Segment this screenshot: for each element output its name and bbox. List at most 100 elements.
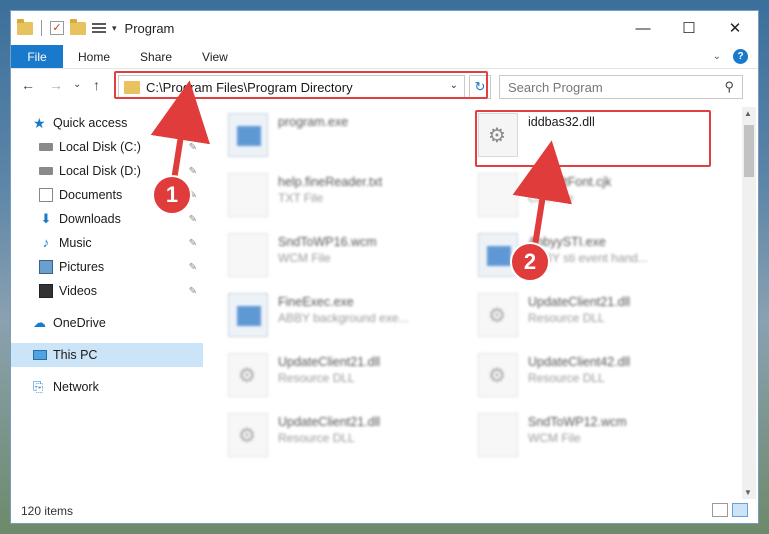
vertical-scrollbar[interactable]: ▲ ▼ [742, 107, 756, 499]
sidebar-item-label: OneDrive [53, 316, 106, 330]
document-file-icon [228, 233, 268, 277]
sidebar-item-label: Music [59, 236, 92, 250]
file-item[interactable]: UpdateClient21.dll Resource DLL [228, 413, 468, 469]
sidebar-item-quick-access[interactable]: ★ Quick access [11, 111, 203, 135]
file-item[interactable]: FineExec.exe ABBY background exe... [228, 293, 468, 349]
large-icons-view-button[interactable] [732, 503, 748, 517]
pin-icon[interactable]: ✎ [189, 214, 197, 225]
properties-check-icon[interactable]: ✓ [50, 21, 64, 35]
file-item[interactable]: SndToWP12.wcm WCM File [478, 413, 718, 469]
file-item[interactable]: UpdateClient42.dll Resource DLL [478, 353, 718, 409]
new-folder-icon[interactable] [70, 18, 86, 35]
cloud-icon: ☁ [33, 315, 46, 330]
title-bar: ✓ ▾ Program — ☐ ✕ [11, 11, 758, 45]
recent-locations-button[interactable]: ⌄ [73, 79, 81, 90]
tab-file[interactable]: File [11, 45, 63, 68]
window-controls: — ☐ ✕ [620, 11, 758, 45]
videos-icon [39, 284, 53, 298]
pin-icon[interactable]: ✎ [189, 286, 197, 297]
sidebar-item-onedrive[interactable]: ☁ OneDrive [11, 311, 203, 335]
properties-icon[interactable] [92, 21, 106, 35]
navigation-pane: ★ Quick access Local Disk (C:) ✎ Local D… [11, 111, 203, 499]
step-marker-2: 2 [510, 242, 550, 282]
file-name: help.fineReader.txt [278, 175, 383, 189]
file-name: DefaultFont.cjk [528, 175, 612, 189]
file-item[interactable]: SndToWP16.wcm WCM File [228, 233, 468, 289]
item-count: 120 items [21, 504, 74, 518]
file-type: WCM File [278, 251, 331, 265]
file-name: UpdateClient21.dll [528, 295, 631, 309]
maximize-button[interactable]: ☐ [666, 11, 712, 45]
file-name: FineExec.exe [278, 295, 354, 309]
chevron-down-icon[interactable]: ⌄ [713, 51, 721, 62]
document-file-icon [228, 173, 268, 217]
up-button[interactable]: ↑ [93, 77, 100, 93]
sidebar-item-label: Local Disk (D:) [59, 164, 141, 178]
search-placeholder: Search Program [508, 79, 603, 95]
window-title: Program [124, 20, 175, 36]
close-button[interactable]: ✕ [712, 11, 758, 45]
customize-toolbar-dropdown-icon[interactable]: ▾ [112, 23, 117, 34]
file-highlight [475, 110, 711, 167]
sidebar-item-label: Videos [59, 284, 97, 298]
scroll-up-arrow-icon[interactable]: ▲ [744, 109, 752, 118]
documents-icon [39, 188, 53, 202]
file-type: Resource DLL [528, 371, 605, 385]
details-view-button[interactable] [712, 503, 728, 517]
file-item[interactable]: UpdateClient21.dll Resource DLL [228, 353, 468, 409]
step-marker-1: 1 [152, 175, 192, 215]
sidebar-item-pictures[interactable]: Pictures ✎ [11, 255, 203, 279]
dll-file-icon [228, 353, 268, 397]
sidebar-item-music[interactable]: ♪ Music ✎ [11, 231, 203, 255]
minimize-button[interactable]: — [620, 11, 666, 45]
tab-share[interactable]: Share [125, 45, 187, 68]
pin-icon[interactable]: ✎ [189, 262, 197, 273]
file-item[interactable]: UpdateClient21.dll Resource DLL [478, 293, 718, 349]
file-type: Resource DLL [278, 431, 355, 445]
tab-home[interactable]: Home [63, 45, 125, 68]
file-type: WCM File [528, 431, 581, 445]
file-name: SndToWP12.wcm [528, 415, 627, 429]
file-item[interactable]: program.exe [228, 113, 468, 169]
search-input[interactable]: Search Program ⚲ [499, 75, 743, 99]
dll-file-icon [478, 353, 518, 397]
ribbon-right-controls: ⌄ ? [713, 45, 758, 68]
sidebar-item-network[interactable]: ⎘ Network [11, 375, 203, 399]
file-item[interactable]: help.fineReader.txt TXT File [228, 173, 468, 229]
file-type: TXT File [278, 191, 324, 205]
sidebar-item-local-disk-c[interactable]: Local Disk (C:) ✎ [11, 135, 203, 159]
search-icon[interactable]: ⚲ [724, 79, 734, 95]
ribbon-tabs: File Home Share View ⌄ ? [11, 45, 758, 69]
help-icon[interactable]: ? [733, 49, 748, 64]
dll-file-icon [228, 413, 268, 457]
pictures-icon [39, 260, 53, 274]
back-button[interactable]: ← [21, 77, 35, 93]
forward-button[interactable]: → [49, 77, 63, 93]
sidebar-item-this-pc[interactable]: This PC [11, 343, 203, 367]
file-name: UpdateClient42.dll [528, 355, 631, 369]
network-icon: ⎘ [33, 379, 44, 394]
quick-access-toolbar: ✓ ▾ [11, 18, 117, 36]
pin-icon[interactable]: ✎ [189, 142, 197, 153]
sidebar-item-label: Network [53, 380, 99, 394]
view-toggle [712, 503, 748, 517]
tab-view[interactable]: View [187, 45, 243, 68]
exe-file-icon [228, 293, 268, 337]
scrollbar-thumb[interactable] [744, 125, 754, 177]
file-type: Resource DLL [528, 311, 605, 325]
sidebar-item-videos[interactable]: Videos ✎ [11, 279, 203, 303]
status-bar: 120 items [11, 499, 758, 523]
toolbar-divider [41, 20, 42, 36]
pin-icon[interactable]: ✎ [189, 238, 197, 249]
file-name: UpdateClient21.dll [278, 415, 381, 429]
pin-icon[interactable]: ✎ [189, 166, 197, 177]
dll-file-icon [478, 293, 518, 337]
file-name: program.exe [278, 115, 349, 129]
sidebar-item-label: Pictures [59, 260, 105, 274]
exe-file-icon [228, 113, 268, 157]
address-bar-highlight [114, 71, 488, 99]
file-item[interactable]: DefaultFont.cjk CJK File [478, 173, 718, 229]
scroll-down-arrow-icon[interactable]: ▼ [744, 488, 752, 497]
sidebar-item-label: Documents [59, 188, 123, 202]
drive-icon [39, 143, 53, 151]
